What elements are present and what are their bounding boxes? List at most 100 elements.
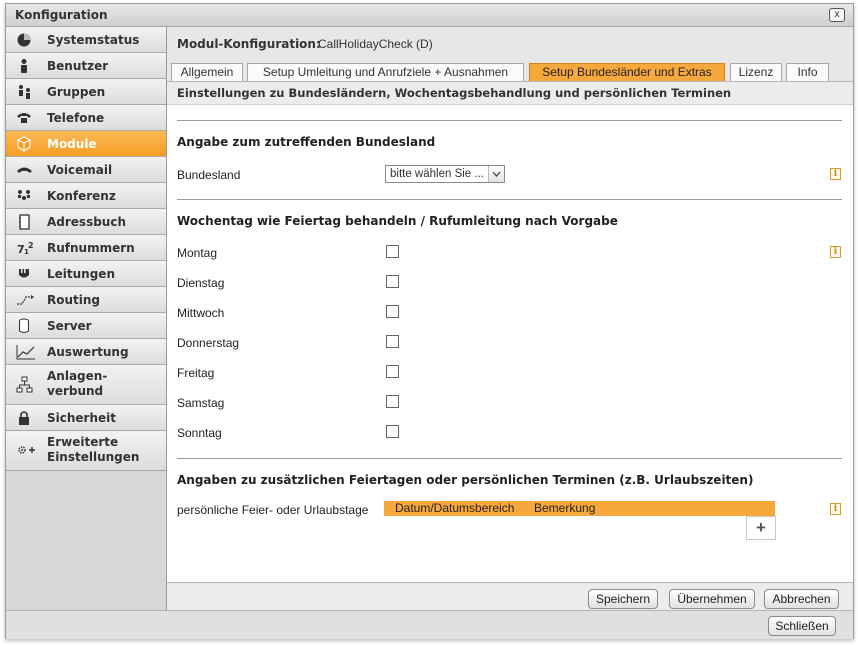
weekday-checkbox[interactable] xyxy=(386,395,399,408)
gear-plus-icon xyxy=(16,442,35,458)
sidebar-item-voicemail[interactable]: Voicemail xyxy=(6,157,166,183)
sidebar-item-module[interactable]: Module xyxy=(6,131,166,157)
sidebar-item-rufnummern[interactable]: 7 1 2 Rufnummern xyxy=(6,235,166,261)
tab-label: Setup Bundesländer und Extras xyxy=(542,65,712,79)
section-title-wochentag: Wochentag wie Feiertag behandeln / Rufum… xyxy=(177,214,618,228)
sidebar-item-label: Auswertung xyxy=(47,345,129,359)
lines-icon xyxy=(16,266,34,282)
urlaubstage-label: persönliche Feier- oder Urlaubstage xyxy=(177,503,369,517)
sidebar-item-benutzer[interactable]: Benutzer xyxy=(6,53,166,79)
tab-allgemein[interactable]: Allgemein xyxy=(171,63,243,81)
tab-info[interactable]: Info xyxy=(786,63,829,81)
server-icon xyxy=(16,318,34,334)
tab-label: Allgemein xyxy=(180,65,234,79)
sidebar-item-label: Systemstatus xyxy=(47,33,140,47)
bundesland-label: Bundesland xyxy=(177,168,241,182)
close-icon: x xyxy=(834,9,840,20)
sidebar-item-auswertung[interactable]: Auswertung xyxy=(6,339,166,365)
tab-label: Info xyxy=(797,65,818,79)
apply-button[interactable]: Übernehmen xyxy=(669,589,755,609)
sidebar-item-gruppen[interactable]: Gruppen xyxy=(6,79,166,105)
config-window: Konfiguration x Systemstatus Benutzer Grup… xyxy=(5,3,854,639)
bundesland-select[interactable]: bitte wählen Sie ... xyxy=(385,165,505,183)
sidebar-item-label: Erweiterte Einstellungen xyxy=(47,435,140,464)
tab-bar: Allgemein Setup Umleitung und Anrufziele… xyxy=(167,61,853,82)
sidebar-item-label: Routing xyxy=(47,293,101,307)
weekday-checkbox[interactable] xyxy=(386,335,399,348)
tab-lizenz[interactable]: Lizenz xyxy=(730,63,782,81)
network-icon xyxy=(16,376,34,393)
module-header-label: Modul-Konfiguration: xyxy=(177,37,321,51)
info-icon[interactable]: i xyxy=(830,168,841,180)
weekday-label: Donnerstag xyxy=(177,336,240,350)
main-content: Modul-Konfiguration: CallHolidayCheck (D… xyxy=(167,27,853,611)
sidebar: Systemstatus Benutzer Gruppen Telefone Modul… xyxy=(6,27,167,610)
sidebar-item-label: Gruppen xyxy=(47,85,106,99)
section-title-bundesland: Angabe zum zutreffenden Bundesland xyxy=(177,135,436,149)
address-book-icon xyxy=(16,214,34,230)
column-header-datum: Datum/Datumsbereich xyxy=(395,501,515,515)
sidebar-item-routing[interactable]: Routing xyxy=(6,287,166,313)
title-bar: Konfiguration x xyxy=(6,4,853,27)
sidebar-item-systemstatus[interactable]: Systemstatus xyxy=(6,27,166,53)
window-footer: Schließen xyxy=(6,610,853,639)
weekday-checkbox[interactable] xyxy=(386,425,399,438)
conference-icon xyxy=(16,188,34,204)
sidebar-item-konferenz[interactable]: Konferenz xyxy=(6,183,166,209)
phone-icon xyxy=(16,110,34,126)
info-icon[interactable]: i xyxy=(830,246,841,258)
module-name: CallHolidayCheck (D) xyxy=(318,37,433,51)
weekday-label: Freitag xyxy=(177,366,215,380)
divider xyxy=(177,199,842,200)
sidebar-item-server[interactable]: Server xyxy=(6,313,166,339)
add-entry-button[interactable]: + xyxy=(746,516,776,540)
sidebar-item-label: Rufnummern xyxy=(47,241,135,255)
sidebar-item-telefone[interactable]: Telefone xyxy=(6,105,166,131)
column-header-bemerkung: Bemerkung xyxy=(534,501,596,515)
bundesland-select-value: bitte wählen Sie ... xyxy=(390,168,484,180)
svg-text:2: 2 xyxy=(28,241,34,250)
cube-icon xyxy=(16,136,34,152)
voicemail-icon xyxy=(16,162,34,178)
module-header: Modul-Konfiguration: CallHolidayCheck (D… xyxy=(167,27,853,61)
pie-chart-icon xyxy=(16,32,34,48)
sidebar-item-label: Telefone xyxy=(47,111,105,125)
section-title-termine: Angaben zu zusätzlichen Feiertagen oder … xyxy=(177,473,754,487)
close-window-button[interactable]: x xyxy=(829,8,845,22)
sidebar-item-adressbuch[interactable]: Adressbuch xyxy=(6,209,166,235)
sidebar-item-sicherheit[interactable]: Sicherheit xyxy=(6,405,166,431)
routing-icon xyxy=(16,292,34,308)
divider xyxy=(177,120,842,121)
weekday-checkbox[interactable] xyxy=(386,305,399,318)
sidebar-item-label: Sicherheit xyxy=(47,411,116,425)
weekday-checkbox[interactable] xyxy=(386,275,399,288)
weekday-label: Montag xyxy=(177,246,218,260)
lock-icon xyxy=(16,410,34,426)
sidebar-item-leitungen[interactable]: Leitungen xyxy=(6,261,166,287)
window-title: Konfiguration xyxy=(15,8,108,22)
settings-subheader: Einstellungen zu Bundesländern, Wochenta… xyxy=(167,82,853,105)
user-icon xyxy=(16,58,34,74)
weekday-label: Dienstag xyxy=(177,276,225,290)
tab-setup-bundeslaender[interactable]: Setup Bundesländer und Extras xyxy=(529,63,725,81)
save-button[interactable]: Speichern xyxy=(588,589,658,609)
sidebar-item-erweiterte-einstellungen[interactable]: Erweiterte Einstellungen xyxy=(6,431,166,471)
plus-icon: + xyxy=(756,518,766,537)
cancel-button[interactable]: Abbrechen xyxy=(764,589,839,609)
close-button[interactable]: Schließen xyxy=(768,616,836,636)
weekday-checkbox[interactable] xyxy=(386,245,399,258)
weekday-label: Samstag xyxy=(177,396,225,410)
divider xyxy=(177,458,842,459)
sidebar-item-label: Adressbuch xyxy=(47,215,127,229)
tab-setup-umleitung[interactable]: Setup Umleitung und Anrufziele + Ausnahm… xyxy=(247,63,524,81)
holiday-table-header: Datum/Datumsbereich Bemerkung xyxy=(384,501,775,516)
numbers-icon: 712 xyxy=(16,240,34,256)
sidebar-item-label: Anlagen- verbund xyxy=(47,369,108,398)
sidebar-item-anlagen-verbund[interactable]: Anlagen- verbund xyxy=(6,365,166,405)
info-icon[interactable]: i xyxy=(830,503,841,515)
sidebar-item-label: Konferenz xyxy=(47,189,116,203)
sidebar-item-label: Module xyxy=(47,137,97,151)
sidebar-item-label: Voicemail xyxy=(47,163,113,177)
sidebar-item-label: Benutzer xyxy=(47,59,109,73)
weekday-checkbox[interactable] xyxy=(386,365,399,378)
